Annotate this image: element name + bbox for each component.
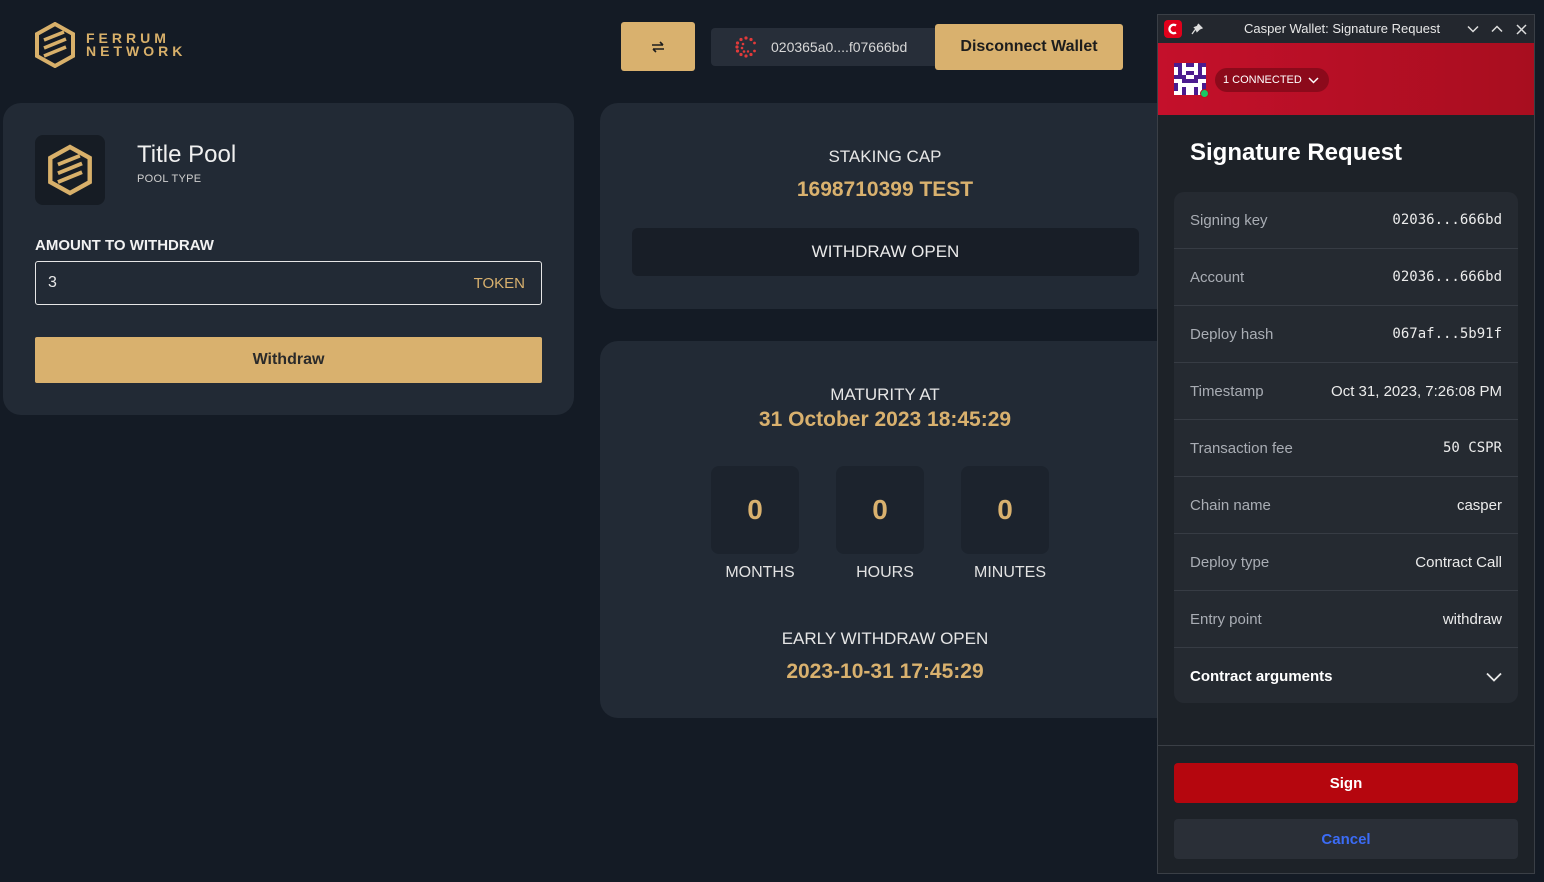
contract-arguments-label: Contract arguments bbox=[1190, 668, 1333, 685]
pool-icon bbox=[35, 135, 105, 205]
staking-cap-card: STAKING CAP 1698710399 TEST WITHDRAW OPE… bbox=[600, 103, 1170, 309]
detail-row-entry-point: Entry point withdraw bbox=[1174, 591, 1518, 648]
countdown-minutes-value: 0 bbox=[961, 466, 1049, 554]
detail-value[interactable]: 02036...666bd bbox=[1392, 269, 1502, 285]
pool-title: Title Pool bbox=[137, 141, 237, 168]
countdown-minutes-label: MINUTES bbox=[974, 564, 1046, 581]
ferrum-logo[interactable]: FERRUM NETWORK bbox=[34, 22, 186, 68]
detail-row-signing-key: Signing key 02036...666bd bbox=[1174, 192, 1518, 249]
early-withdraw-value: 2023-10-31 17:45:29 bbox=[786, 660, 984, 683]
wallet-titlebar[interactable]: Casper Wallet: Signature Request bbox=[1158, 15, 1534, 43]
connected-sites-dropdown[interactable]: 1 CONNECTED bbox=[1215, 68, 1329, 92]
detail-value[interactable]: 067af...5b91f bbox=[1392, 326, 1502, 342]
detail-row-deploy-type: Deploy type Contract Call bbox=[1174, 534, 1518, 591]
countdown-months-label: MONTHS bbox=[725, 564, 795, 581]
wallet-address-pill[interactable]: 020365a0....f07666bd bbox=[711, 28, 935, 66]
ferrum-hexagon-logo-icon bbox=[35, 22, 75, 68]
detail-row-deploy-hash: Deploy hash 067af...5b91f bbox=[1174, 306, 1518, 363]
detail-value[interactable]: 02036...666bd bbox=[1392, 212, 1502, 228]
withdraw-status: WITHDRAW OPEN bbox=[632, 228, 1139, 276]
window-controls bbox=[1466, 20, 1528, 38]
detail-key: Signing key bbox=[1190, 211, 1268, 229]
maximize-icon[interactable] bbox=[1490, 20, 1504, 38]
token-suffix: TOKEN bbox=[473, 274, 525, 292]
detail-key: Deploy hash bbox=[1190, 325, 1274, 343]
minimize-icon[interactable] bbox=[1466, 20, 1480, 38]
online-status-dot bbox=[1200, 89, 1209, 98]
maturity-label: MATURITY AT bbox=[830, 385, 940, 404]
detail-key: Timestamp bbox=[1190, 382, 1264, 400]
close-icon[interactable] bbox=[1514, 20, 1528, 38]
staking-cap-value: 1698710399 TEST bbox=[796, 178, 974, 201]
contract-arguments-toggle[interactable]: Contract arguments bbox=[1174, 648, 1518, 705]
swap-button[interactable] bbox=[621, 22, 695, 71]
countdown-hours-label: HOURS bbox=[856, 564, 914, 581]
wallet-header: 1 CONNECTED bbox=[1158, 43, 1534, 115]
maturity-value: 31 October 2023 18:45:29 bbox=[758, 408, 1012, 431]
swap-arrows-icon bbox=[652, 40, 664, 53]
detail-value: withdraw bbox=[1442, 610, 1502, 628]
detail-key: Entry point bbox=[1190, 610, 1262, 628]
amount-to-withdraw-label: AMOUNT TO WITHDRAW bbox=[35, 237, 214, 254]
casper-wallet-window: Casper Wallet: Signature Request 1 CONNE… bbox=[1157, 14, 1535, 874]
connected-count: 1 CONNECTED bbox=[1223, 74, 1302, 86]
detail-key: Transaction fee bbox=[1190, 439, 1293, 457]
ferrum-hexagon-pool-icon bbox=[48, 144, 92, 196]
logo-line-2: NETWORK bbox=[86, 43, 187, 59]
detail-key: Deploy type bbox=[1190, 553, 1270, 571]
sign-button[interactable]: Sign bbox=[1174, 763, 1518, 803]
detail-row-timestamp: Timestamp Oct 31, 2023, 7:26:08 PM bbox=[1174, 363, 1518, 420]
withdraw-button[interactable]: Withdraw bbox=[35, 337, 542, 383]
chevron-down-icon bbox=[1486, 672, 1502, 682]
detail-value: 50 CSPR bbox=[1442, 440, 1502, 456]
chevron-down-icon bbox=[1308, 76, 1319, 84]
detail-value: Contract Call bbox=[1415, 553, 1502, 571]
detail-value: Oct 31, 2023, 7:26:08 PM bbox=[1331, 382, 1502, 400]
wallet-footer: Sign Cancel bbox=[1158, 745, 1534, 873]
cancel-button[interactable]: Cancel bbox=[1174, 819, 1518, 859]
countdown-months-value: 0 bbox=[711, 466, 799, 554]
early-withdraw-label: EARLY WITHDRAW OPEN bbox=[781, 629, 989, 648]
amount-input-value[interactable]: 3 bbox=[48, 274, 57, 292]
casper-wallet-logo-icon bbox=[1164, 20, 1182, 38]
countdown-hours-value: 0 bbox=[836, 466, 924, 554]
amount-input[interactable]: 3 TOKEN bbox=[35, 261, 542, 305]
maturity-card: MATURITY AT 31 October 2023 18:45:29 0 M… bbox=[600, 341, 1170, 718]
pool-type-label: POOL TYPE bbox=[137, 173, 202, 185]
detail-row-account: Account 02036...666bd bbox=[1174, 249, 1518, 306]
pin-icon[interactable] bbox=[1190, 22, 1204, 36]
staking-cap-label: STAKING CAP bbox=[828, 147, 942, 166]
detail-key: Chain name bbox=[1190, 496, 1271, 514]
wallet-address: 020365a0....f07666bd bbox=[771, 39, 908, 55]
signature-request-heading: Signature Request bbox=[1190, 139, 1403, 166]
detail-row-transaction-fee: Transaction fee 50 CSPR bbox=[1174, 420, 1518, 477]
deploy-details: Signing key 02036...666bd Account 02036.… bbox=[1174, 192, 1518, 703]
disconnect-wallet-button[interactable]: Disconnect Wallet bbox=[935, 24, 1123, 70]
detail-row-chain-name: Chain name casper bbox=[1174, 477, 1518, 534]
pool-card: Title Pool POOL TYPE AMOUNT TO WITHDRAW … bbox=[3, 103, 574, 415]
detail-key: Account bbox=[1190, 268, 1245, 286]
logo-wordmark: FERRUM NETWORK bbox=[86, 31, 187, 59]
wallet-window-title: Casper Wallet: Signature Request bbox=[1244, 21, 1441, 36]
casper-network-icon bbox=[735, 36, 756, 58]
detail-value: casper bbox=[1456, 496, 1502, 514]
